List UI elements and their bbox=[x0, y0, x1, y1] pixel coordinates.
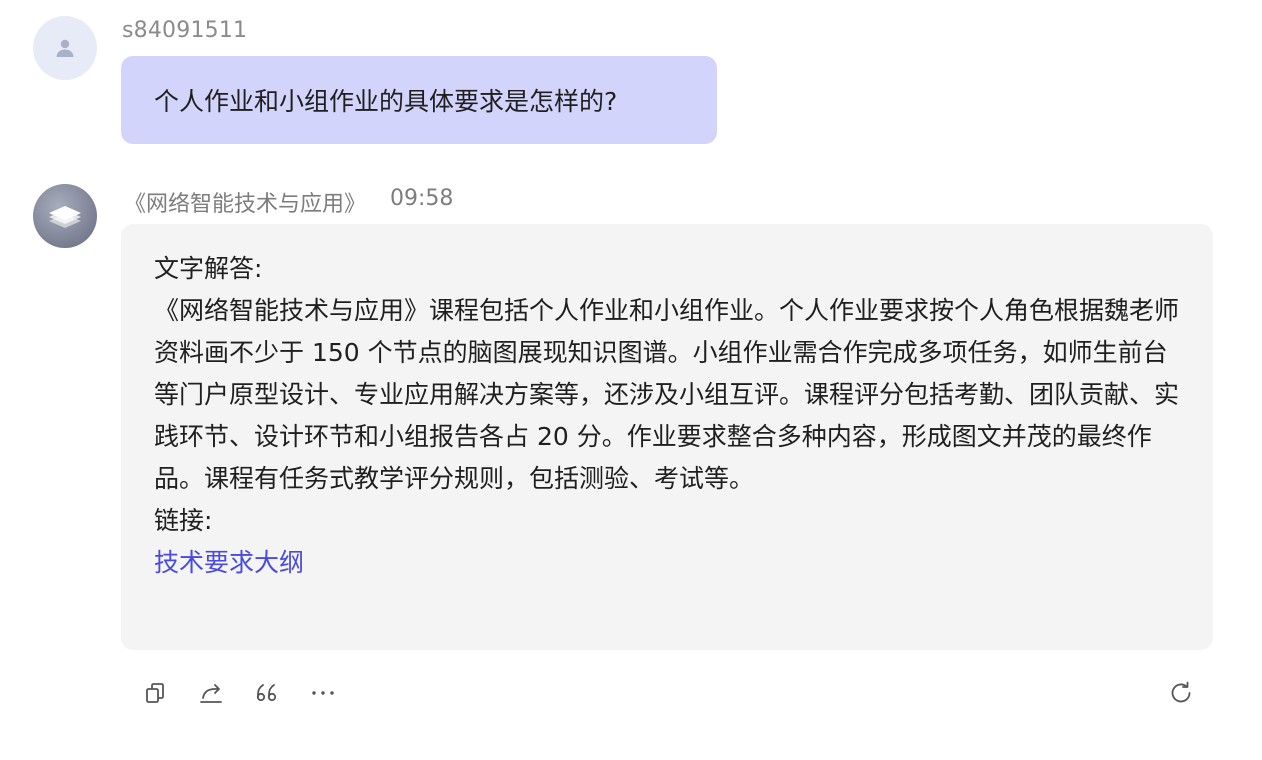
links-heading: 链接: bbox=[154, 506, 213, 535]
bot-name: 《网络智能技术与应用》 bbox=[124, 192, 367, 217]
more-icon bbox=[312, 691, 334, 695]
message-time: 09:58 bbox=[390, 186, 454, 211]
bot-meta: 《网络智能技术与应用》 09:58 bbox=[124, 186, 453, 218]
copy-button[interactable] bbox=[138, 676, 172, 710]
more-button[interactable] bbox=[306, 676, 340, 710]
quote-button[interactable] bbox=[250, 676, 284, 710]
copy-icon bbox=[146, 683, 164, 703]
user-icon bbox=[56, 39, 74, 57]
bot-avatar bbox=[33, 184, 97, 248]
username: s84091511 bbox=[122, 18, 248, 43]
refresh-icon bbox=[1171, 681, 1191, 703]
regenerate-button[interactable] bbox=[1164, 676, 1198, 710]
user-avatar bbox=[33, 16, 97, 80]
answer-heading: 文字解答: bbox=[154, 254, 263, 283]
share-button[interactable] bbox=[194, 676, 228, 710]
user-message-bubble: 个人作业和小组作业的具体要求是怎样的? bbox=[121, 56, 717, 144]
chat-page: s84091511 个人作业和小组作业的具体要求是怎样的? 《网络智能技术与应用… bbox=[0, 0, 1262, 760]
user-message-text: 个人作业和小组作业的具体要求是怎样的? bbox=[154, 87, 618, 116]
reference-link[interactable]: 技术要求大纲 bbox=[154, 542, 1180, 584]
quote-icon bbox=[256, 684, 277, 702]
message-actions bbox=[138, 676, 340, 710]
layers-icon bbox=[49, 206, 81, 228]
share-icon bbox=[200, 684, 222, 703]
answer-body: 《网络智能技术与应用》课程包括个人作业和小组作业。个人作业要求按个人角色根据魏老… bbox=[154, 296, 1180, 493]
bot-message-bubble: 文字解答: 《网络智能技术与应用》课程包括个人作业和小组作业。个人作业要求按个人… bbox=[121, 224, 1213, 650]
